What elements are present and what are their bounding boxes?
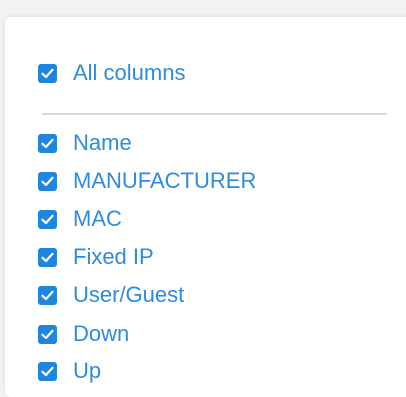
column-label-up: Up <box>73 358 102 383</box>
column-label-manufacturer: MANUFACTURER <box>73 168 257 193</box>
check-icon <box>41 252 54 262</box>
column-option-mac[interactable]: MAC <box>38 207 122 231</box>
check-icon <box>41 329 54 339</box>
column-option-up[interactable]: Up <box>38 359 101 383</box>
all-columns-checkbox[interactable] <box>38 63 57 83</box>
column-checkbox-user-guest[interactable] <box>38 285 57 305</box>
check-icon <box>41 138 54 148</box>
column-option-fixed-ip[interactable]: Fixed IP <box>38 245 154 269</box>
all-columns-label: All columns <box>73 60 186 85</box>
column-checkbox-fixed-ip[interactable] <box>38 247 57 267</box>
column-option-down[interactable]: Down <box>38 322 129 346</box>
column-label-fixed-ip: Fixed IP <box>73 244 154 269</box>
column-label-name: Name <box>73 130 132 155</box>
column-checkbox-name[interactable] <box>38 133 57 153</box>
column-option-user-guest[interactable]: User/Guest <box>38 283 184 307</box>
column-label-down: Down <box>73 321 130 346</box>
column-checkbox-up[interactable] <box>38 361 57 381</box>
column-checkbox-manufacturer[interactable] <box>38 171 57 191</box>
column-label-user-guest: User/Guest <box>73 282 185 307</box>
all-columns-option[interactable]: All columns <box>38 61 185 85</box>
check-icon <box>41 214 54 224</box>
column-checkbox-down[interactable] <box>38 324 57 344</box>
column-option-name[interactable]: Name <box>38 131 132 155</box>
divider <box>42 113 387 115</box>
column-option-manufacturer[interactable]: MANUFACTURER <box>38 169 256 193</box>
check-icon <box>41 176 54 186</box>
check-icon <box>41 68 54 78</box>
column-label-mac: MAC <box>73 206 122 231</box>
check-icon <box>41 366 54 376</box>
check-icon <box>41 290 54 300</box>
column-checkbox-mac[interactable] <box>38 209 57 229</box>
column-chooser-panel: All columns Name MANUFACTURER MAC Fixed … <box>5 17 406 397</box>
